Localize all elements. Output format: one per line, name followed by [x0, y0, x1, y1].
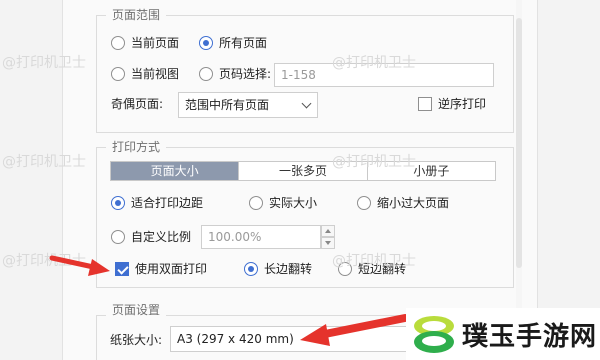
site-badge: 璞玉手游网 — [406, 308, 600, 360]
site-badge-text: 璞玉手游网 — [462, 321, 598, 352]
arrow-paper-size-icon — [300, 314, 409, 346]
leaf-logo-icon — [414, 316, 454, 353]
